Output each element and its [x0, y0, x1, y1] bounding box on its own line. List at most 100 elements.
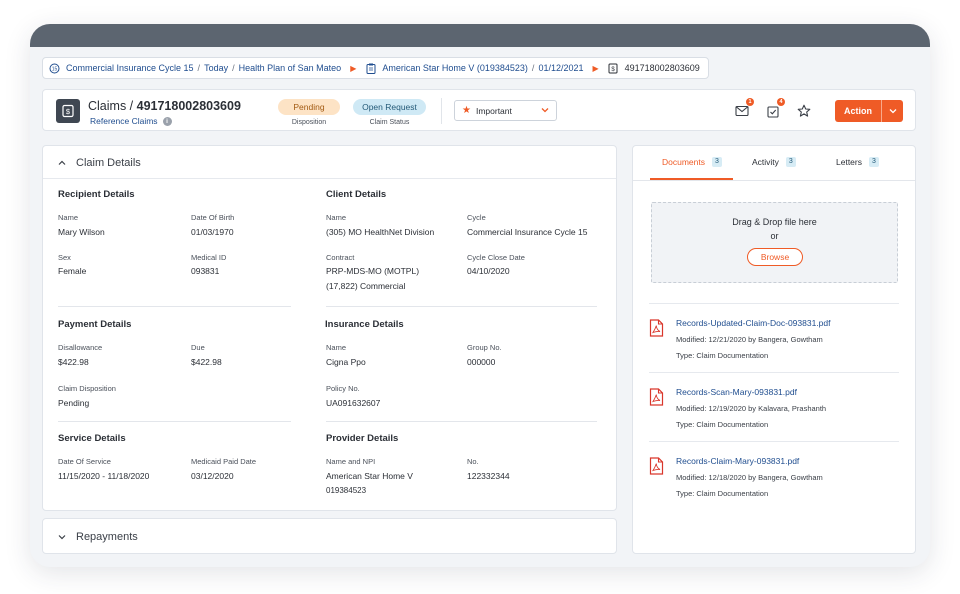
disallowance-value: $422.98 — [58, 357, 89, 367]
breadcrumb-cycle[interactable]: Commercial Insurance Cycle 15 — [66, 63, 194, 73]
tab-letters[interactable]: Letters 3 — [836, 157, 879, 167]
document-link[interactable]: Records-Claim-Mary-093831.pdf — [676, 456, 799, 466]
policy-no-label: Policy No. — [326, 384, 360, 393]
chevron-down-icon — [58, 535, 66, 540]
window-topbar — [30, 24, 930, 47]
disposition-label: Disposition — [291, 119, 327, 126]
browse-button[interactable]: Browse — [747, 248, 803, 266]
claim-status-badge: Open Request — [353, 99, 426, 115]
drop-or-text: or — [770, 231, 779, 241]
disposition-badge: Pending — [278, 99, 340, 115]
cycle-close-value: 04/10/2020 — [467, 266, 510, 276]
insurance-details-title: Insurance Details — [325, 319, 404, 330]
cycle-close-label: Cycle Close Date — [467, 253, 525, 262]
caret-right-icon: ▶ — [592, 63, 599, 73]
chevron-down-icon — [540, 105, 550, 117]
star-filled-icon: ★ — [462, 105, 471, 116]
tab-documents-label: Documents — [662, 157, 705, 167]
group-divider — [326, 306, 597, 307]
payment-details-title: Payment Details — [58, 319, 132, 330]
tab-activity-count: 3 — [785, 157, 796, 167]
breadcrumb: 15 Commercial Insurance Cycle 15 / Today… — [42, 57, 709, 79]
due-value: $422.98 — [191, 357, 222, 367]
recipient-name-label: Name — [58, 213, 79, 222]
mail-button[interactable]: 1 — [734, 98, 754, 119]
recipient-details-title: Recipient Details — [58, 189, 135, 200]
action-dropdown-toggle[interactable] — [882, 106, 903, 116]
breadcrumb-health-plan[interactable]: Health Plan of San Mateo — [239, 63, 342, 73]
breadcrumb-today[interactable]: Today — [204, 63, 228, 73]
caret-right-icon: ▶ — [350, 63, 357, 73]
provider-no-value: 122332344 — [467, 471, 510, 481]
section-divider — [43, 178, 616, 179]
insurance-name: Cigna Ppo — [326, 357, 366, 367]
breadcrumb-provider-date[interactable]: 01/12/2021 — [538, 63, 583, 73]
action-button[interactable]: Action — [835, 100, 903, 122]
breadcrumb-provider[interactable]: American Star Home V (019384523) — [382, 63, 528, 73]
service-details-title: Service Details — [58, 433, 126, 444]
medical-id-label: Medical ID — [191, 253, 227, 262]
claim-details-title: Claim Details — [76, 157, 141, 169]
task-check-icon — [767, 105, 779, 118]
tab-activity[interactable]: Activity 3 — [752, 157, 796, 167]
app-window: 15 Commercial Insurance Cycle 15 / Today… — [30, 24, 930, 567]
favorite-button[interactable] — [796, 103, 812, 119]
pdf-icon — [649, 319, 664, 342]
clipboard-icon — [365, 63, 376, 74]
tab-letters-count: 3 — [869, 157, 879, 167]
document-type: Type: Claim Documentation — [676, 351, 769, 360]
svg-text:15: 15 — [52, 66, 58, 72]
document-modified: Modified: 12/19/2020 by Kalavara, Prasha… — [676, 404, 827, 413]
document-type: Type: Claim Documentation — [676, 489, 769, 498]
document-type: Type: Claim Documentation — [676, 420, 769, 429]
info-icon[interactable]: i — [162, 116, 172, 126]
mail-count-badge: 1 — [746, 98, 754, 106]
title-prefix: Claims / — [88, 99, 137, 113]
provider-details-title: Provider Details — [326, 433, 399, 444]
dob-value: 01/03/1970 — [191, 227, 234, 237]
tasks-button[interactable]: 4 — [765, 98, 785, 119]
claim-status-label: Claim Status — [369, 119, 410, 126]
cycle-value: Commercial Insurance Cycle 15 — [467, 227, 588, 237]
page-title: Claims / 491718002803609 — [88, 99, 241, 113]
chevron-up-icon — [58, 160, 66, 165]
tab-documents[interactable]: Documents 3 — [662, 157, 722, 167]
claim-dollar-icon: $ — [56, 99, 80, 123]
insurance-name-label: Name — [326, 343, 347, 352]
provider-name-line2: 019384523 — [326, 486, 367, 495]
document-item: Records-Scan-Mary-093831.pdf Modified: 1… — [649, 372, 899, 440]
contract-line2: (17,822) Commercial — [326, 281, 406, 291]
repayments-title: Repayments — [76, 531, 138, 543]
file-drop-zone[interactable]: Drag & Drop file here or Browse — [651, 202, 898, 283]
document-modified: Modified: 12/21/2020 by Bangera, Gowtham — [676, 335, 823, 344]
dollar-document-icon: $ — [608, 63, 619, 74]
group-no-value: 000000 — [467, 357, 496, 367]
claim-details-toggle[interactable]: Claim Details — [57, 157, 141, 169]
claim-details-card: Claim Details Recipient Details Name Mar… — [42, 145, 617, 511]
repayments-card: Repayments — [42, 518, 617, 554]
contract-line1: PRP-MDS-MO (MOTPL) — [326, 266, 420, 276]
contract-label: Contract — [326, 253, 355, 262]
dob-label: Date Of Birth — [191, 213, 235, 222]
document-link[interactable]: Records-Updated-Claim-Doc-093831.pdf — [676, 318, 831, 328]
document-modified: Modified: 12/18/2020 by Bangera, Gowtham — [676, 473, 823, 482]
breadcrumb-separator: / — [197, 63, 201, 73]
medicaid-paid-label: Medicaid Paid Date — [191, 457, 257, 466]
action-label: Action — [844, 106, 872, 116]
breadcrumb-separator: / — [232, 63, 235, 73]
document-item: Records-Updated-Claim-Doc-093831.pdf Mod… — [649, 303, 899, 371]
repayments-toggle[interactable]: Repayments — [57, 531, 138, 543]
priority-select[interactable]: ★ Important — [454, 100, 557, 121]
document-link[interactable]: Records-Scan-Mary-093831.pdf — [676, 387, 797, 397]
claim-number: 491718002803609 — [136, 99, 241, 113]
medicaid-paid-value: 03/12/2020 — [191, 471, 234, 481]
svg-text:$: $ — [611, 67, 615, 73]
cycle-icon: 15 — [49, 63, 60, 74]
date-of-service-value: 11/15/2020 - 11/18/2020 — [58, 471, 150, 481]
client-name-label: Name — [326, 213, 347, 222]
sex-value: Female — [58, 266, 87, 276]
priority-value: Important — [475, 105, 512, 116]
client-name: (305) MO HealthNet Division — [326, 227, 435, 237]
reference-claims-link[interactable]: Reference Claims i — [90, 116, 172, 126]
tabs-divider — [633, 180, 915, 181]
